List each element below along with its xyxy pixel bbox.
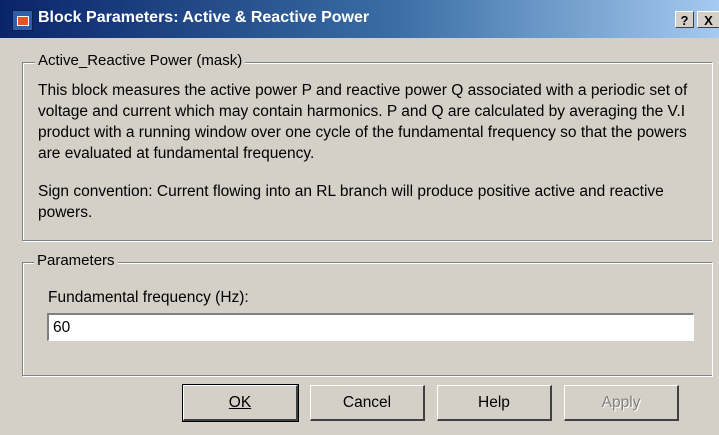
fundamental-frequency-input[interactable]: [47, 313, 694, 341]
title-bar[interactable]: Block Parameters: Active & Reactive Powe…: [0, 0, 719, 38]
sign-convention-paragraph: Sign convention: Current flowing into an…: [38, 183, 664, 221]
apply-button[interactable]: Apply: [564, 385, 679, 421]
parameters-legend: Parameters: [34, 252, 118, 269]
fundamental-frequency-label: Fundamental frequency (Hz):: [48, 289, 249, 306]
description-paragraph: This block measures the active power P a…: [38, 82, 688, 162]
cancel-button-label: Cancel: [342, 393, 392, 411]
ok-button[interactable]: OK: [182, 384, 299, 422]
description-legend: Active_Reactive Power (mask): [35, 52, 246, 69]
ok-button-label: OK: [228, 393, 252, 411]
window-title: Block Parameters: Active & Reactive Powe…: [38, 9, 370, 26]
help-icon[interactable]: ?: [675, 11, 694, 28]
help-button[interactable]: Help: [437, 385, 552, 421]
cancel-button[interactable]: Cancel: [310, 385, 425, 421]
simulink-block-icon: [12, 10, 33, 31]
description-text: This block measures the active power P a…: [38, 80, 708, 240]
help-button-label: Help: [478, 393, 510, 411]
apply-button-label: Apply: [601, 393, 641, 411]
close-icon[interactable]: X: [697, 11, 719, 28]
